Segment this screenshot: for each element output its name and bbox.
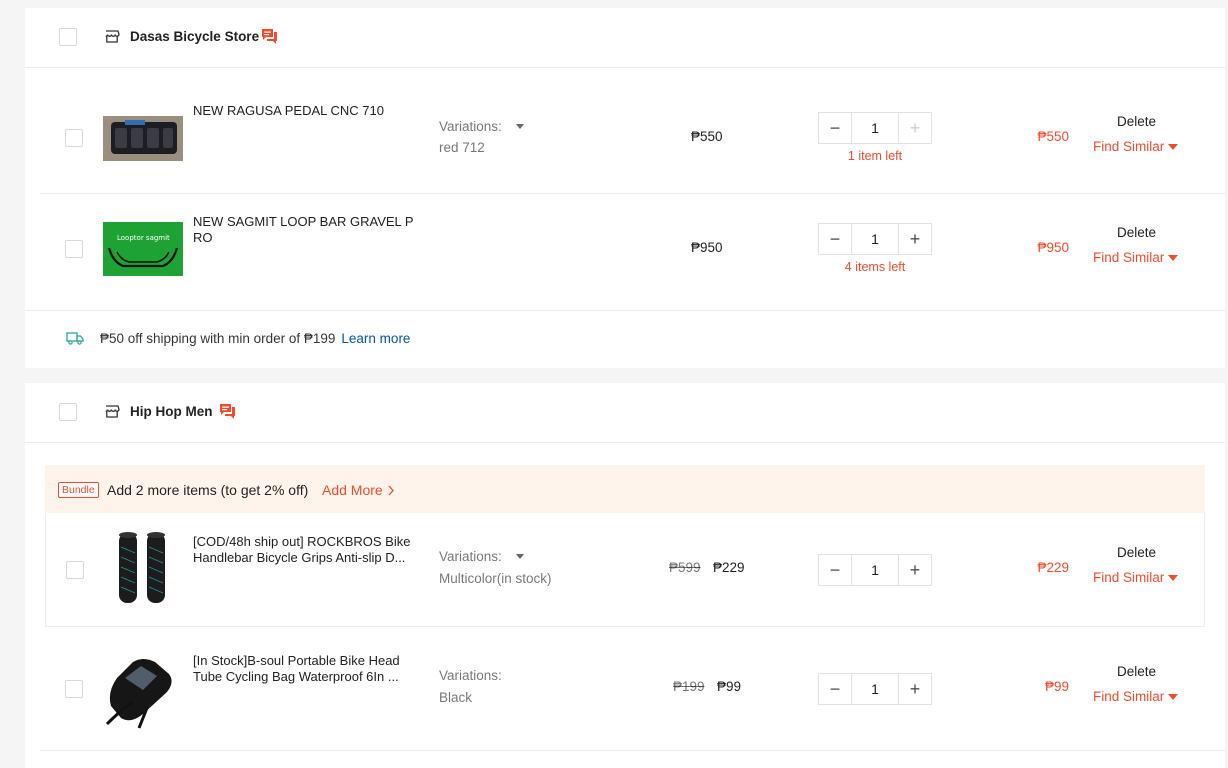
find-similar-button[interactable]: Find Similar bbox=[1093, 689, 1179, 704]
bundle-text: Add 2 more items (to get 2% off) bbox=[107, 482, 309, 498]
variation-dropdown-icon[interactable] bbox=[516, 554, 524, 559]
divider bbox=[40, 193, 1225, 194]
increase-button[interactable]: + bbox=[899, 224, 931, 254]
truck-icon bbox=[66, 332, 84, 345]
increase-button[interactable]: + bbox=[899, 113, 931, 143]
decrease-button[interactable]: − bbox=[819, 224, 851, 254]
find-similar-button[interactable]: Find Similar bbox=[1093, 139, 1179, 154]
bundle-tag: Bundle bbox=[58, 482, 99, 498]
decrease-button[interactable]: − bbox=[819, 674, 851, 704]
thumbnail-caption: Looptor sagmit bbox=[117, 234, 170, 242]
quantity-stepper: − 1 + bbox=[818, 673, 932, 705]
stock-left: 4 items left bbox=[844, 260, 906, 274]
unit-price: ₱99 bbox=[717, 679, 742, 694]
chat-icon[interactable] bbox=[261, 28, 278, 45]
shipping-promo: ₱50 off shipping with min order of ₱199 L… bbox=[100, 331, 410, 346]
unit-price: ₱229 bbox=[713, 560, 745, 575]
divider bbox=[40, 750, 1225, 751]
item-select-checkbox[interactable] bbox=[65, 129, 83, 147]
shop-card-dasas: Dasas Bicycle Store NEW RAGUSA PEDAL CNC… bbox=[25, 8, 1225, 368]
product-thumbnail[interactable] bbox=[103, 648, 183, 730]
shop-name[interactable]: Hip Hop Men bbox=[130, 404, 213, 419]
quantity-value[interactable]: 1 bbox=[851, 674, 899, 704]
delete-button[interactable]: Delete bbox=[1117, 664, 1156, 679]
product-name-text: [COD/48h ship out] ROCKBROS Bike Handleb… bbox=[193, 534, 411, 565]
quantity-stepper: − 1 + bbox=[818, 223, 932, 255]
delete-button[interactable]: Delete bbox=[1117, 545, 1156, 560]
original-price: ₱199 bbox=[673, 679, 705, 694]
unit-price: ₱550 bbox=[691, 129, 723, 144]
quantity-value[interactable]: 1 bbox=[851, 224, 899, 254]
caret-down-icon bbox=[1168, 694, 1179, 701]
quantity-value[interactable]: 1 bbox=[851, 113, 899, 143]
add-more-link[interactable]: Add More bbox=[322, 482, 395, 498]
shop-select-checkbox[interactable] bbox=[59, 403, 77, 421]
product-name[interactable]: [COD/48h ship out] ROCKBROS Bike Handleb… bbox=[193, 534, 421, 566]
chevron-right-icon bbox=[388, 485, 394, 496]
divider bbox=[25, 67, 1225, 68]
item-total: ₱950 bbox=[1037, 240, 1069, 255]
product-name[interactable]: NEW SAGMIT LOOP BAR GRAVEL PRO bbox=[193, 214, 417, 246]
increase-button[interactable]: + bbox=[899, 674, 931, 704]
product-thumbnail[interactable] bbox=[103, 527, 183, 607]
find-similar-label: Find Similar bbox=[1093, 250, 1165, 265]
decrease-button[interactable]: − bbox=[819, 113, 851, 143]
chat-icon[interactable] bbox=[219, 403, 236, 420]
quantity-stepper: − 1 + bbox=[818, 112, 932, 144]
product-thumbnail[interactable] bbox=[103, 116, 183, 161]
find-similar-button[interactable]: Find Similar bbox=[1093, 250, 1179, 265]
shop-card-hiphopmen: Hip Hop Men Bundle Add 2 more items (to … bbox=[25, 383, 1225, 768]
decrease-button[interactable]: − bbox=[819, 555, 851, 585]
delete-button[interactable]: Delete bbox=[1117, 114, 1156, 129]
divider bbox=[25, 310, 1225, 311]
stock-left: 1 item left bbox=[847, 149, 903, 163]
shop-icon bbox=[105, 30, 120, 43]
find-similar-label: Find Similar bbox=[1093, 139, 1165, 154]
item-total: ₱550 bbox=[1037, 129, 1069, 144]
shop-select-checkbox[interactable] bbox=[59, 28, 77, 46]
variation-value: red 712 bbox=[439, 140, 485, 155]
add-more-label: Add More bbox=[322, 482, 383, 498]
quantity-stepper: − 1 + bbox=[818, 554, 932, 586]
caret-down-icon bbox=[1168, 575, 1179, 582]
find-similar-button[interactable]: Find Similar bbox=[1093, 570, 1179, 585]
variation-value: Multicolor(in stock) bbox=[439, 571, 552, 586]
item-total: ₱99 bbox=[1044, 679, 1069, 694]
divider bbox=[25, 442, 1225, 443]
variations-label[interactable]: Variations: bbox=[439, 119, 502, 134]
caret-down-icon bbox=[1168, 144, 1179, 151]
delete-button[interactable]: Delete bbox=[1117, 225, 1156, 240]
variation-value: Black bbox=[439, 690, 473, 705]
quantity-value[interactable]: 1 bbox=[851, 555, 899, 585]
product-name[interactable]: [In Stock]B-soul Portable Bike Head Tube… bbox=[193, 653, 421, 685]
product-thumbnail[interactable]: Looptor sagmit bbox=[103, 222, 183, 276]
shop-icon bbox=[105, 405, 120, 418]
item-select-checkbox[interactable] bbox=[65, 680, 83, 698]
variations-label[interactable]: Variations: bbox=[439, 668, 502, 683]
item-select-checkbox[interactable] bbox=[66, 561, 84, 579]
product-name[interactable]: NEW RAGUSA PEDAL CNC 710 bbox=[193, 103, 421, 119]
shop-name[interactable]: Dasas Bicycle Store bbox=[130, 29, 259, 44]
learn-more-link[interactable]: Learn more bbox=[341, 331, 410, 346]
find-similar-label: Find Similar bbox=[1093, 570, 1165, 585]
increase-button[interactable]: + bbox=[899, 555, 931, 585]
item-select-checkbox[interactable] bbox=[65, 240, 83, 258]
caret-down-icon bbox=[1168, 255, 1179, 262]
unit-price: ₱950 bbox=[691, 240, 723, 255]
item-total: ₱229 bbox=[1037, 560, 1069, 575]
variation-dropdown-icon[interactable] bbox=[516, 124, 524, 129]
product-name-text: [In Stock]B-soul Portable Bike Head Tube… bbox=[193, 653, 400, 684]
find-similar-label: Find Similar bbox=[1093, 689, 1165, 704]
original-price: ₱599 bbox=[669, 560, 701, 575]
shipping-promo-text: ₱50 off shipping with min order of ₱199 bbox=[100, 331, 336, 346]
variations-label[interactable]: Variations: bbox=[439, 549, 502, 564]
